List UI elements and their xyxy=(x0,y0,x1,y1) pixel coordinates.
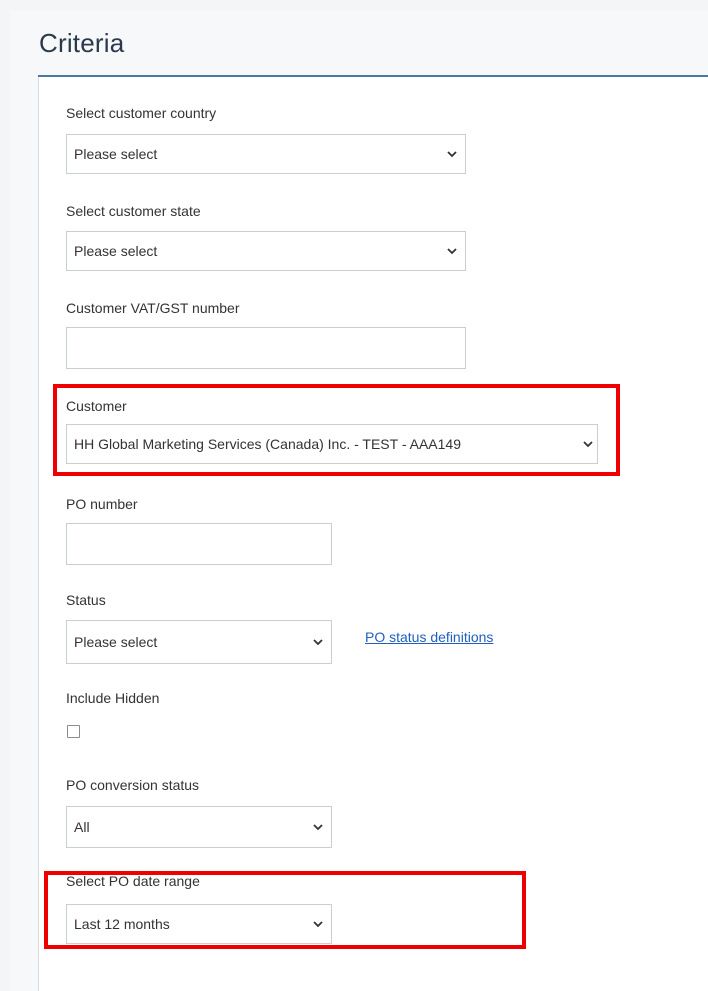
vat-label: Customer VAT/GST number xyxy=(66,300,240,316)
chevron-down-icon xyxy=(305,920,331,928)
customer-select[interactable]: HH Global Marketing Services (Canada) In… xyxy=(66,424,598,464)
po-number-input[interactable] xyxy=(66,523,332,565)
include-hidden-label: Include Hidden xyxy=(66,690,160,706)
chevron-down-icon xyxy=(305,638,331,646)
vat-input[interactable] xyxy=(66,327,466,369)
date-range-label: Select PO date range xyxy=(66,873,200,889)
chevron-down-icon xyxy=(579,440,597,448)
state-select-value: Please select xyxy=(74,243,158,259)
status-select[interactable]: Please select xyxy=(66,620,332,664)
date-range-select[interactable]: Last 12 months xyxy=(66,904,332,944)
chevron-down-icon xyxy=(305,823,331,831)
country-label: Select customer country xyxy=(66,105,217,121)
po-status-definitions-link[interactable]: PO status definitions xyxy=(365,629,493,645)
status-select-value: Please select xyxy=(74,634,158,650)
chevron-down-icon xyxy=(439,150,465,158)
chevron-down-icon xyxy=(439,247,465,255)
state-select[interactable]: Please select xyxy=(66,231,466,271)
include-hidden-checkbox[interactable] xyxy=(67,725,80,738)
conversion-status-label: PO conversion status xyxy=(66,777,200,793)
state-label: Select customer state xyxy=(66,203,201,219)
status-label: Status xyxy=(66,592,106,608)
conversion-status-value: All xyxy=(74,819,90,835)
conversion-status-select[interactable]: All xyxy=(66,806,332,848)
po-number-label: PO number xyxy=(66,496,138,512)
section-title: Criteria xyxy=(39,28,125,58)
country-select-value: Please select xyxy=(74,146,158,162)
country-select[interactable]: Please select xyxy=(66,134,466,174)
date-range-value: Last 12 months xyxy=(74,916,170,932)
customer-select-value: HH Global Marketing Services (Canada) In… xyxy=(74,436,461,452)
customer-label: Customer xyxy=(66,398,127,414)
